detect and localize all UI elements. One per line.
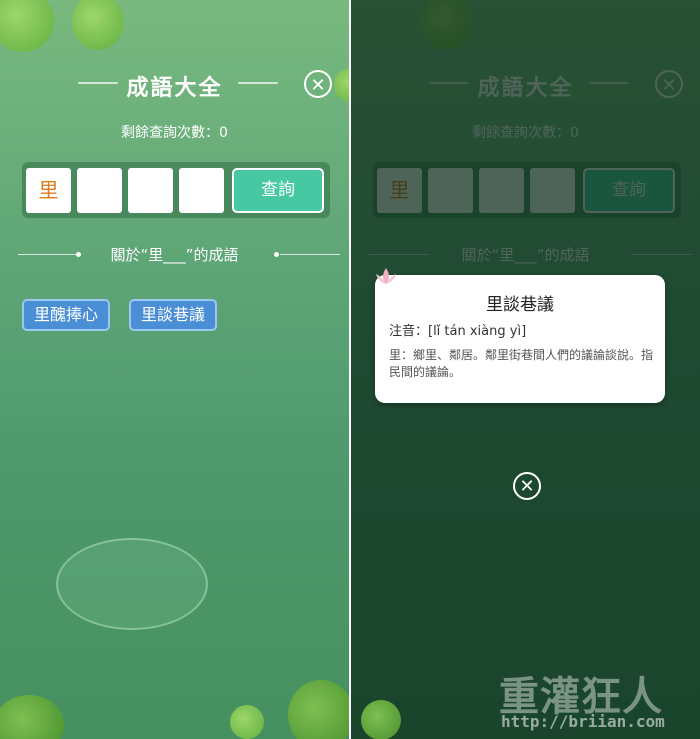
lily-pad	[72, 0, 124, 50]
detail-screen: 成語大全 ✕ 剩餘查詢次數：0 里 查詢 關於“里___”的成語 里談巷議 注音…	[351, 0, 700, 739]
lily-pad	[0, 0, 54, 52]
lily-pad	[288, 680, 349, 739]
query-button[interactable]: 查詢	[232, 168, 324, 213]
divider-dot	[274, 252, 279, 257]
idiom-result-button[interactable]: 里醜捧心	[22, 299, 111, 331]
close-icon: ✕	[310, 75, 326, 96]
divider-line	[280, 254, 340, 255]
detail-title: 里談巷議	[486, 295, 554, 315]
watermark-url: http://briian.com	[501, 712, 665, 731]
lotus-icon	[376, 268, 396, 284]
idiom-result-button[interactable]: 里談巷議	[129, 299, 218, 331]
detail-definition: 里：鄉里、鄰居。鄰里街巷間人們的議論談說。指民間的議論。	[389, 348, 654, 379]
close-icon: ✕	[519, 476, 535, 497]
main-screen: 成語大全 ✕ 剩餘查詢次數：0 里 查詢 關於“里___”的成語 里醜捧心 里談…	[0, 0, 349, 739]
char-input-4[interactable]	[179, 168, 224, 213]
char-input-3[interactable]	[128, 168, 173, 213]
page-title: 成語大全	[126, 75, 223, 101]
lily-pad	[230, 705, 264, 739]
close-button[interactable]: ✕	[304, 70, 332, 98]
lily-pad	[0, 695, 64, 739]
char-input-1[interactable]: 里	[26, 168, 71, 213]
water-ripple	[56, 538, 208, 630]
idiom-input-row: 里 查詢	[22, 162, 330, 218]
char-input-2[interactable]	[77, 168, 122, 213]
detail-pinyin: 注音：[lǐ tán xiàng yì]	[389, 324, 527, 339]
about-heading: 關於“里___”的成語	[0, 244, 349, 264]
close-detail-button[interactable]: ✕	[513, 472, 541, 500]
remaining-count: 剩餘查詢次數：0	[121, 125, 228, 141]
idiom-detail-card: 里談巷議 注音：[lǐ tán xiàng yì] 里：鄉里、鄰居。鄰里街巷間人…	[375, 275, 665, 403]
lily-pad	[361, 700, 401, 739]
